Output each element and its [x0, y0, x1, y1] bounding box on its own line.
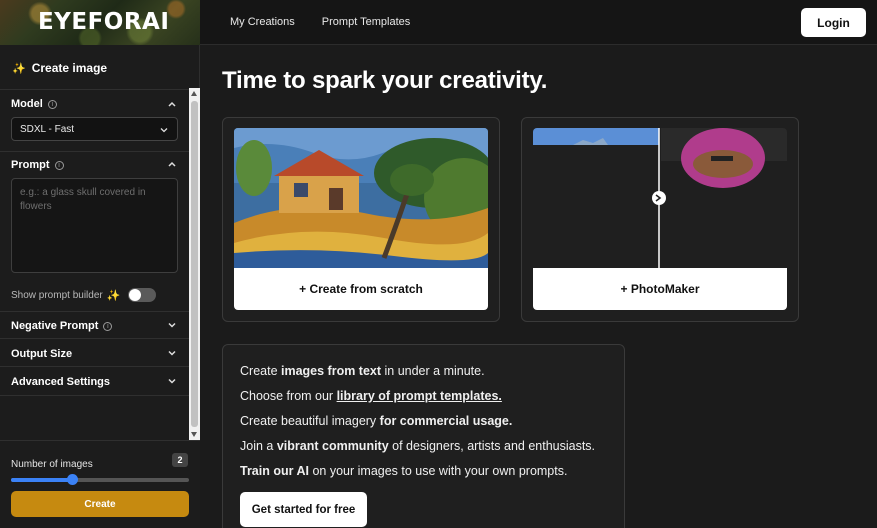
sidebar-header: ✨ Create image [12, 61, 107, 75]
info-icon[interactable]: i [103, 321, 113, 331]
prompt-placeholder: e.g.: a glass skull covered in flowers [20, 187, 146, 212]
chevron-down-icon [160, 128, 168, 133]
prompt-label: Prompt [11, 159, 50, 171]
create-from-scratch-button[interactable]: + Create from scratch [234, 268, 488, 310]
feature-text: of designers, artists and enthusiasts. [388, 439, 596, 453]
feature-highlight: images from text [281, 364, 382, 378]
feature-text: Create beautiful imagery [240, 414, 380, 428]
model-label: Model [11, 98, 43, 110]
divider [0, 151, 189, 152]
sidebar-title: Create image [31, 61, 108, 75]
model-select-value: SDXL - Fast [20, 124, 75, 135]
divider [0, 338, 189, 339]
divider [0, 395, 189, 396]
chevron-down-icon[interactable] [167, 320, 177, 330]
logo-text: EYEFORAI [38, 9, 170, 35]
sparkle-icon: ✨ [12, 62, 26, 75]
prompt-templates-link[interactable]: library of prompt templates. [337, 389, 502, 403]
chevron-up-icon[interactable] [167, 159, 177, 169]
photomaker-image [533, 128, 787, 268]
feature-text: Create [240, 364, 281, 378]
number-of-images-label: Number of images [11, 459, 93, 470]
main-nav: My Creations Prompt Templates [230, 16, 410, 28]
divider [0, 89, 189, 90]
scroll-down-icon[interactable] [191, 432, 197, 437]
create-from-scratch-card[interactable]: + Create from scratch [222, 117, 500, 322]
chevron-down-icon[interactable] [167, 376, 177, 386]
info-icon[interactable]: i [54, 160, 64, 170]
advanced-settings-label: Advanced Settings [11, 376, 111, 388]
divider [0, 311, 189, 312]
chevron-up-icon[interactable] [167, 99, 177, 109]
feature-line: Create beautiful imagery for commercial … [240, 414, 512, 428]
chevron-down-icon[interactable] [167, 348, 177, 358]
nav-my-creations[interactable]: My Creations [230, 16, 295, 28]
feature-text: on your images to use with your own prom… [309, 464, 568, 478]
number-of-images-value: 2 [172, 453, 188, 467]
login-button[interactable]: Login [801, 8, 866, 37]
logo[interactable]: EYEFORAI [0, 0, 200, 45]
slider-fill [11, 478, 72, 482]
scroll-thumb[interactable] [191, 101, 198, 427]
feature-line: Join a vibrant community of designers, a… [240, 439, 595, 453]
feature-highlight: vibrant community [276, 439, 389, 453]
negative-prompt-section-title[interactable]: Negative Prompt i [11, 320, 113, 332]
slider-handle[interactable] [66, 474, 78, 485]
get-started-button[interactable]: Get started for free [240, 492, 367, 527]
number-of-images-slider[interactable] [11, 474, 189, 485]
photomaker-card[interactable]: + PhotoMaker [521, 117, 799, 322]
generate-panel: Number of images 2 Create [0, 440, 200, 528]
feature-line: Train our AI on your images to use with … [240, 464, 567, 478]
negative-prompt-label: Negative Prompt [11, 320, 99, 332]
feature-highlight: Train our AI [240, 464, 309, 478]
nav-prompt-templates[interactable]: Prompt Templates [322, 16, 410, 28]
feature-line: Choose from our library of prompt templa… [240, 389, 502, 403]
top-bar: EYEFORAI My Creations Prompt Templates L… [0, 0, 877, 45]
sidebar-scrollbar[interactable] [189, 88, 200, 441]
prompt-input[interactable]: e.g.: a glass skull covered in flowers [11, 178, 178, 273]
prompt-builder-label: Show prompt builder [11, 290, 103, 301]
feature-text: Choose from our [240, 389, 337, 403]
create-button[interactable]: Create [11, 491, 189, 517]
painting-image [234, 128, 488, 268]
sparkle-icon: ✨ [106, 290, 121, 302]
model-section-title[interactable]: Model i [11, 98, 57, 110]
info-icon[interactable]: i [47, 99, 57, 109]
page-title: Time to spark your creativity. [222, 67, 548, 94]
scroll-up-icon[interactable] [191, 91, 197, 96]
feature-line: Create images from text in under a minut… [240, 364, 485, 378]
feature-highlight: for commercial usage. [379, 414, 513, 428]
divider [0, 366, 189, 367]
prompt-builder-row: Show prompt builder ✨ [11, 289, 120, 302]
photomaker-button[interactable]: + PhotoMaker [533, 268, 787, 310]
output-size-label: Output Size [11, 348, 73, 360]
prompt-builder-toggle[interactable] [128, 288, 156, 302]
output-size-section-title[interactable]: Output Size [11, 348, 72, 360]
feature-text: Join a [240, 439, 277, 453]
features-panel: Create images from text in under a minut… [222, 344, 625, 528]
sidebar: ✨ Create image Model i SDXL - Fast Promp… [0, 45, 200, 528]
model-select[interactable]: SDXL - Fast [11, 117, 178, 141]
advanced-settings-section-title[interactable]: Advanced Settings [11, 376, 110, 388]
prompt-section-title[interactable]: Prompt i [11, 159, 64, 171]
feature-text: in under a minute. [381, 364, 485, 378]
